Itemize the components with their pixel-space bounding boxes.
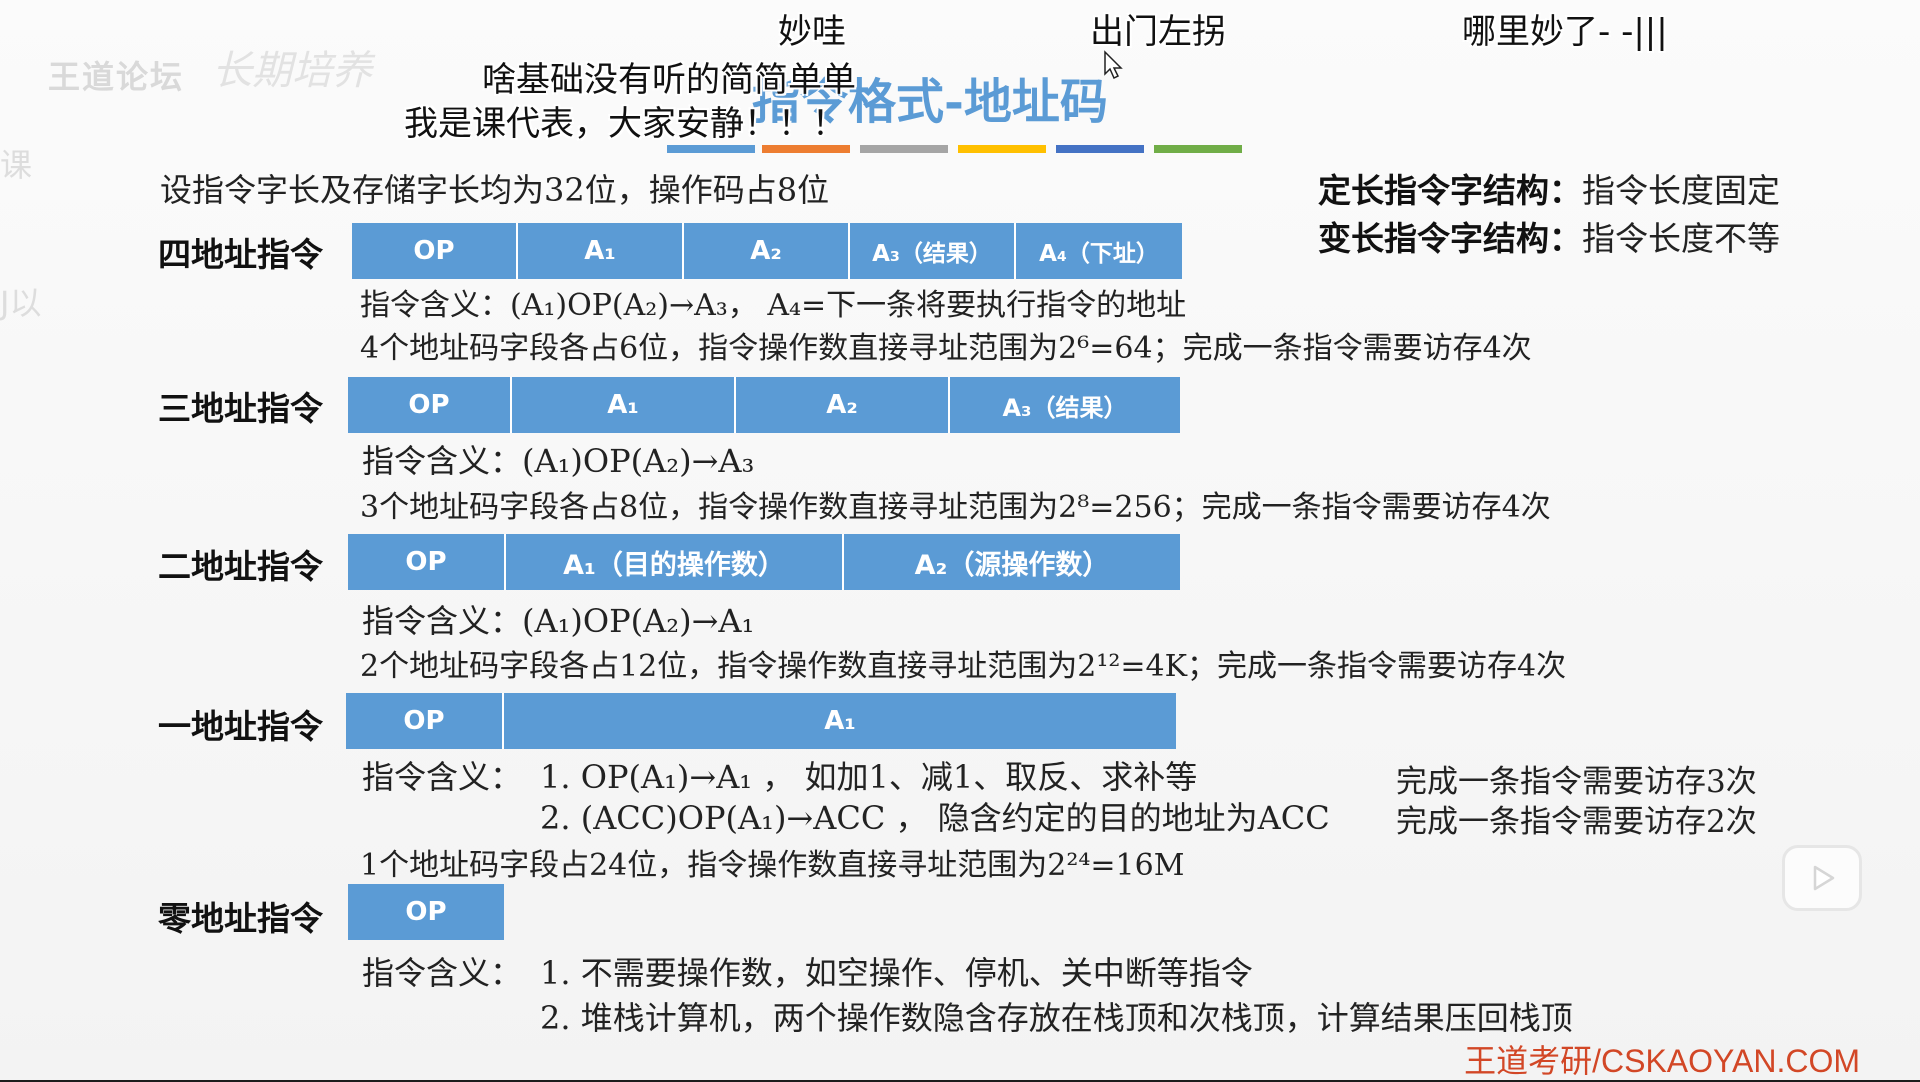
field-a3-result: A₃（结果） bbox=[950, 377, 1180, 433]
mouse-cursor-icon bbox=[1104, 50, 1123, 80]
field-a1: A₁ bbox=[504, 693, 1176, 749]
two-address-format: OP A₁（目的操作数） A₂（源操作数） bbox=[348, 534, 1180, 590]
fixed-length-note: 定长指令字结构：指令长度固定 bbox=[1318, 164, 1780, 212]
play-icon bbox=[1813, 865, 1835, 891]
color-bar-2 bbox=[762, 145, 850, 153]
variable-length-text: 指令长度不等 bbox=[1582, 219, 1780, 258]
fixed-length-text: 指令长度固定 bbox=[1582, 171, 1780, 210]
field-a4-next: A₄（下址） bbox=[1016, 223, 1182, 279]
field-a2: A₂ bbox=[684, 223, 850, 279]
zero-address-meaning-prefix: 指令含义： bbox=[362, 954, 523, 992]
left-edge-fragment-1: 课 bbox=[0, 146, 33, 184]
four-address-label: 四地址指令 bbox=[158, 235, 323, 274]
one-address-meaning-prefix: 指令含义： bbox=[362, 758, 523, 796]
color-bar-3 bbox=[860, 145, 948, 153]
danmaku-comment: 妙哇 bbox=[778, 12, 846, 52]
three-address-detail: 3个地址码字段各占8位，指令操作数直接寻址范围为2⁸=256；完成一条指令需要访… bbox=[360, 490, 1551, 525]
field-a2-source: A₂（源操作数） bbox=[844, 534, 1180, 590]
one-address-meaning-1: 1. OP(A₁)→A₁ ， 如加1、减1、取反、求补等 bbox=[540, 758, 1198, 796]
three-address-label: 三地址指令 bbox=[158, 389, 323, 428]
four-address-format: OP A₁ A₂ A₃（结果） A₄（下址） bbox=[352, 223, 1182, 279]
two-address-detail: 2个地址码字段各占12位，指令操作数直接寻址范围为2¹²=4K；完成一条指令需要… bbox=[360, 649, 1567, 684]
field-op: OP bbox=[348, 884, 504, 940]
logo-scribble: 长期培养 bbox=[212, 48, 372, 94]
danmaku-comment: 啥基础没有听的简简单单 bbox=[482, 60, 856, 100]
two-address-meaning: 指令含义：(A₁)OP(A₂)→A₁ bbox=[362, 602, 755, 640]
field-op: OP bbox=[348, 534, 506, 590]
field-a1: A₁ bbox=[518, 223, 684, 279]
footer-watermark: 王道考研/CSKAOYAN.COM bbox=[1464, 1043, 1860, 1079]
three-address-format: OP A₁ A₂ A₃（结果） bbox=[348, 377, 1180, 433]
one-address-note-3: 完成一条指令需要访存3次 bbox=[1396, 764, 1757, 800]
variable-length-label: 变长指令字结构： bbox=[1318, 219, 1582, 258]
two-address-label: 二地址指令 bbox=[158, 547, 323, 586]
one-address-detail: 1个地址码字段占24位，指令操作数直接寻址范围为2²⁴=16M bbox=[360, 848, 1185, 883]
zero-address-meaning-1: 1. 不需要操作数，如空操作、停机、关中断等指令 bbox=[540, 954, 1253, 992]
color-bar-4 bbox=[958, 145, 1046, 153]
color-bar-5 bbox=[1056, 145, 1144, 153]
forum-logo: 王道论坛 bbox=[48, 58, 185, 96]
four-address-meaning: 指令含义：(A₁)OP(A₂)→A₃， A₄=下一条将要执行指令的地址 bbox=[360, 288, 1187, 323]
one-address-label: 一地址指令 bbox=[158, 707, 323, 746]
four-address-detail: 4个地址码字段各占6位，指令操作数直接寻址范围为2⁶=64；完成一条指令需要访存… bbox=[360, 331, 1532, 366]
color-bar-6 bbox=[1154, 145, 1242, 153]
color-bar-1 bbox=[667, 145, 755, 153]
zero-address-meaning-2: 2. 堆栈计算机，两个操作数隐含存放在栈顶和次栈顶，计算结果压回栈顶 bbox=[540, 999, 1573, 1037]
field-a2: A₂ bbox=[736, 377, 950, 433]
left-edge-fragment-2: J以 bbox=[0, 284, 42, 322]
field-a1: A₁ bbox=[512, 377, 736, 433]
danmaku-comment: 我是课代表，大家安静！！！ bbox=[404, 104, 846, 144]
three-address-meaning: 指令含义：(A₁)OP(A₂)→A₃ bbox=[362, 442, 755, 480]
field-op: OP bbox=[346, 693, 504, 749]
field-op: OP bbox=[352, 223, 518, 279]
variable-length-note: 变长指令字结构：指令长度不等 bbox=[1318, 212, 1780, 260]
field-op: OP bbox=[348, 377, 512, 433]
danmaku-comment: 哪里妙了- -||| bbox=[1462, 12, 1668, 52]
slide: 王道论坛 长期培养 指令格式-地址码 设指令字长及存储字长均为32位，操作码占8… bbox=[0, 0, 1920, 1080]
one-address-format: OP A₁ bbox=[346, 693, 1176, 749]
play-button[interactable] bbox=[1782, 845, 1862, 911]
intro-text: 设指令字长及存储字长均为32位，操作码占8位 bbox=[160, 171, 830, 209]
one-address-note-2: 完成一条指令需要访存2次 bbox=[1396, 804, 1757, 840]
danmaku-comment: 出门左拐 bbox=[1090, 12, 1226, 52]
field-a3-result: A₃（结果） bbox=[850, 223, 1016, 279]
one-address-meaning-2: 2. (ACC)OP(A₁)→ACC ， 隐含约定的目的地址为ACC bbox=[540, 799, 1330, 837]
zero-address-label: 零地址指令 bbox=[158, 899, 323, 938]
fixed-length-label: 定长指令字结构： bbox=[1318, 171, 1582, 210]
zero-address-format: OP bbox=[348, 884, 504, 940]
field-a1-destination: A₁（目的操作数） bbox=[506, 534, 844, 590]
